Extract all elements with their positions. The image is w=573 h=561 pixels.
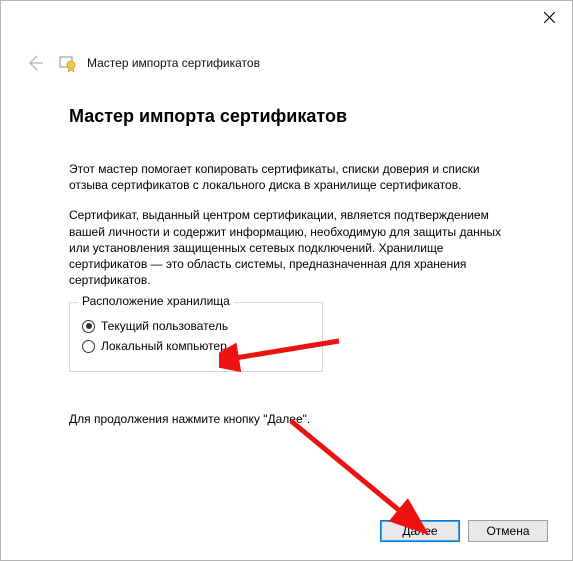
radio-icon <box>82 340 95 353</box>
back-button[interactable] <box>21 49 49 77</box>
certificate-wizard-icon <box>59 54 77 72</box>
back-arrow-icon <box>25 53 45 73</box>
next-button[interactable]: Далее <box>380 520 460 542</box>
radio-current-user-label: Текущий пользователь <box>101 319 228 333</box>
intro-paragraph-1: Этот мастер помогает копировать сертифик… <box>69 161 517 193</box>
wizard-content: Мастер импорта сертификатов Этот мастер … <box>69 106 517 426</box>
radio-current-user[interactable]: Текущий пользователь <box>82 319 310 333</box>
titlebar <box>1 1 572 37</box>
header-title: Мастер импорта сертификатов <box>87 56 260 70</box>
close-button[interactable] <box>526 1 572 33</box>
radio-local-machine-label: Локальный компьютер <box>101 339 227 353</box>
page-title: Мастер импорта сертификатов <box>69 106 517 127</box>
radio-icon <box>82 320 95 333</box>
close-icon <box>544 12 555 23</box>
continue-note: Для продолжения нажмите кнопку "Далее". <box>69 412 517 426</box>
next-button-label: Далее <box>402 524 437 538</box>
radio-local-machine[interactable]: Локальный компьютер <box>82 339 310 353</box>
store-location-group: Расположение хранилища Текущий пользоват… <box>69 302 323 372</box>
button-bar: Далее Отмена <box>1 520 572 542</box>
wizard-header: Мастер импорта сертификатов <box>21 51 552 75</box>
cancel-button[interactable]: Отмена <box>468 520 548 542</box>
annotation-arrow-2 <box>281 416 431 536</box>
cancel-button-label: Отмена <box>486 524 529 538</box>
store-location-legend: Расположение хранилища <box>78 294 234 308</box>
intro-paragraph-2: Сертификат, выданный центром сертификаци… <box>69 207 517 288</box>
wizard-window: Мастер импорта сертификатов Мастер импор… <box>0 0 573 561</box>
